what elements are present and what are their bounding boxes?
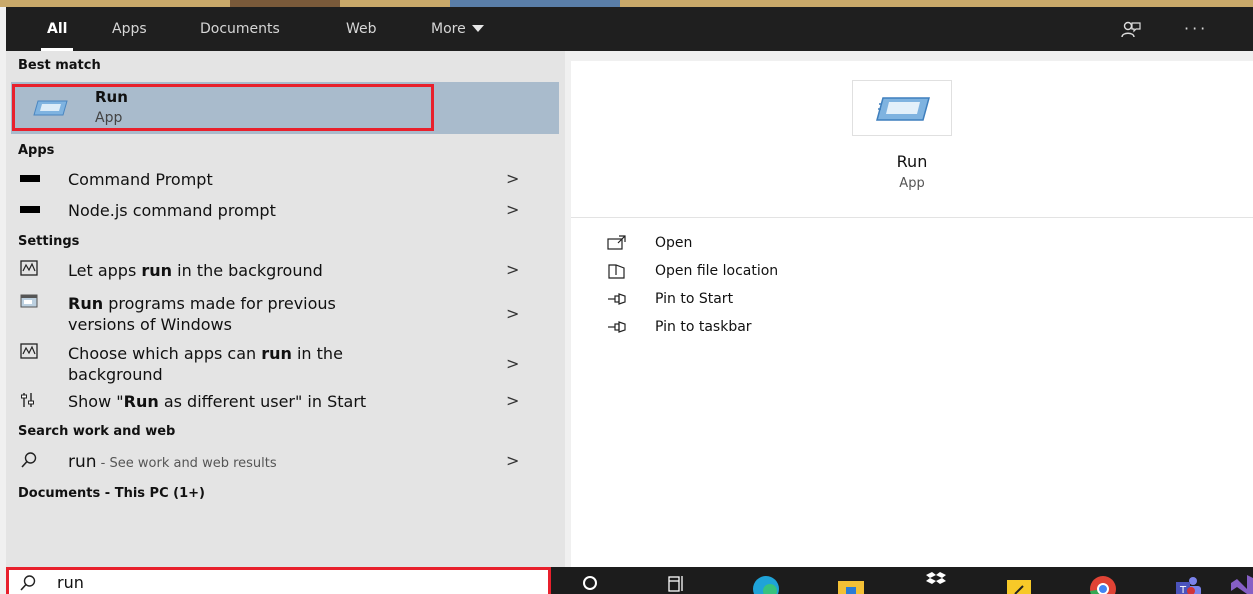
app-label: Node.js command prompt: [68, 201, 276, 220]
setting-keyword: run: [261, 344, 292, 363]
open-icon: [607, 235, 626, 250]
pin-icon: [608, 321, 626, 333]
setting-text: in the background: [172, 261, 323, 280]
caret-down-icon: [471, 24, 484, 32]
tab-apps[interactable]: Apps: [112, 7, 147, 51]
tab-web[interactable]: Web: [346, 7, 377, 51]
action-label: Pin to taskbar: [655, 319, 752, 335]
section-settings: Settings: [18, 234, 80, 249]
feedback-icon[interactable]: [1121, 7, 1141, 51]
setting-label: Let apps run in the background: [68, 260, 323, 281]
console-icon: [20, 169, 40, 189]
search-box[interactable]: [6, 567, 551, 594]
activity-monitor-icon: [20, 260, 40, 280]
compatibility-icon: [20, 293, 40, 313]
setting-text: Choose which apps can: [68, 344, 262, 363]
tab-all[interactable]: All: [40, 7, 75, 51]
setting-let-apps-run[interactable]: Let apps run in the background >: [6, 260, 565, 284]
setting-text: Show ": [68, 392, 124, 411]
desktop-wallpaper-strip: [0, 0, 1253, 7]
web-result-run[interactable]: run - See work and web results >: [6, 451, 565, 475]
search-input[interactable]: [57, 572, 537, 592]
web-query: run: [68, 452, 97, 472]
setting-text: Let apps: [68, 261, 142, 280]
console-icon: [20, 200, 40, 220]
activity-monitor-icon: [20, 343, 40, 363]
edge-icon[interactable]: [751, 567, 781, 594]
highlight-outline: [12, 84, 434, 131]
action-label: Open: [655, 235, 693, 251]
chevron-right-icon[interactable]: >: [506, 260, 519, 279]
svg-text:T: T: [1179, 585, 1187, 594]
setting-label: Choose which apps can run in the backgrou…: [68, 343, 343, 385]
dropbox-icon[interactable]: [921, 567, 951, 594]
file-explorer-icon[interactable]: [836, 567, 866, 594]
tab-documents[interactable]: Documents: [200, 7, 280, 51]
setting-text-line2: background: [68, 365, 163, 384]
setting-text-line2: versions of Windows: [68, 315, 232, 334]
chevron-right-icon[interactable]: >: [506, 169, 519, 188]
more-options-icon[interactable]: ···: [1184, 7, 1208, 51]
setting-keyword: Run: [68, 294, 104, 313]
search-icon: [20, 575, 36, 591]
section-apps: Apps: [18, 143, 55, 158]
section-search-web: Search work and web: [18, 424, 176, 439]
web-result-label: run - See work and web results: [68, 451, 277, 474]
setting-run-compatibility[interactable]: Run programs made for previous versions o…: [6, 293, 565, 337]
section-best-match: Best match: [18, 58, 101, 73]
setting-text: as different user" in Start: [158, 392, 367, 411]
setting-text: in the: [291, 344, 343, 363]
run-app-large-icon: [852, 80, 952, 136]
chevron-right-icon[interactable]: >: [506, 451, 519, 470]
visual-studio-icon[interactable]: [1229, 567, 1253, 594]
app-command-prompt[interactable]: Command Prompt >: [6, 169, 565, 193]
web-hint: - See work and web results: [96, 456, 277, 471]
section-documents[interactable]: Documents - This PC (1+): [18, 486, 205, 501]
task-view-icon[interactable]: [667, 567, 687, 594]
setting-choose-apps-run[interactable]: Choose which apps can run in the backgrou…: [6, 343, 565, 387]
action-label: Pin to Start: [655, 291, 734, 307]
cortana-icon[interactable]: [581, 567, 599, 594]
app-label: Command Prompt: [68, 170, 213, 189]
taskbar: T: [551, 567, 1253, 594]
action-label: Open file location: [655, 263, 779, 279]
sticky-notes-icon[interactable]: [1005, 567, 1033, 594]
teams-icon[interactable]: T: [1171, 567, 1203, 594]
folder-icon: [608, 264, 625, 279]
setting-label: Run programs made for previous versions o…: [68, 293, 336, 335]
preview-subtitle: App: [899, 176, 925, 191]
chevron-right-icon[interactable]: >: [506, 354, 519, 373]
search-icon: [20, 451, 40, 471]
setting-text: programs made for previous: [103, 294, 336, 313]
setting-run-as-different-user[interactable]: Show "Run as different user" in Start >: [6, 391, 565, 415]
tab-more-label: More: [431, 21, 466, 37]
setting-keyword: run: [141, 261, 173, 280]
sliders-icon: [20, 391, 40, 411]
chevron-right-icon[interactable]: >: [506, 391, 519, 410]
chrome-icon[interactable]: [1088, 567, 1118, 594]
results-pane: Best match Run App Apps Command Prompt >…: [6, 51, 565, 567]
pin-icon: [608, 293, 626, 305]
setting-keyword: Run: [123, 392, 159, 411]
divider: [571, 217, 1253, 218]
setting-label: Show "Run as different user" in Start: [68, 391, 366, 412]
search-tab-bar: All Apps Documents Web More ···: [6, 7, 1253, 51]
chevron-right-icon[interactable]: >: [506, 304, 519, 323]
tab-more[interactable]: More: [431, 7, 484, 51]
preview-pane: Run App Open Open file location Pin to S…: [571, 61, 1253, 567]
app-nodejs-command-prompt[interactable]: Node.js command prompt >: [6, 200, 565, 224]
chevron-right-icon[interactable]: >: [506, 200, 519, 219]
preview-title: Run: [896, 152, 928, 171]
